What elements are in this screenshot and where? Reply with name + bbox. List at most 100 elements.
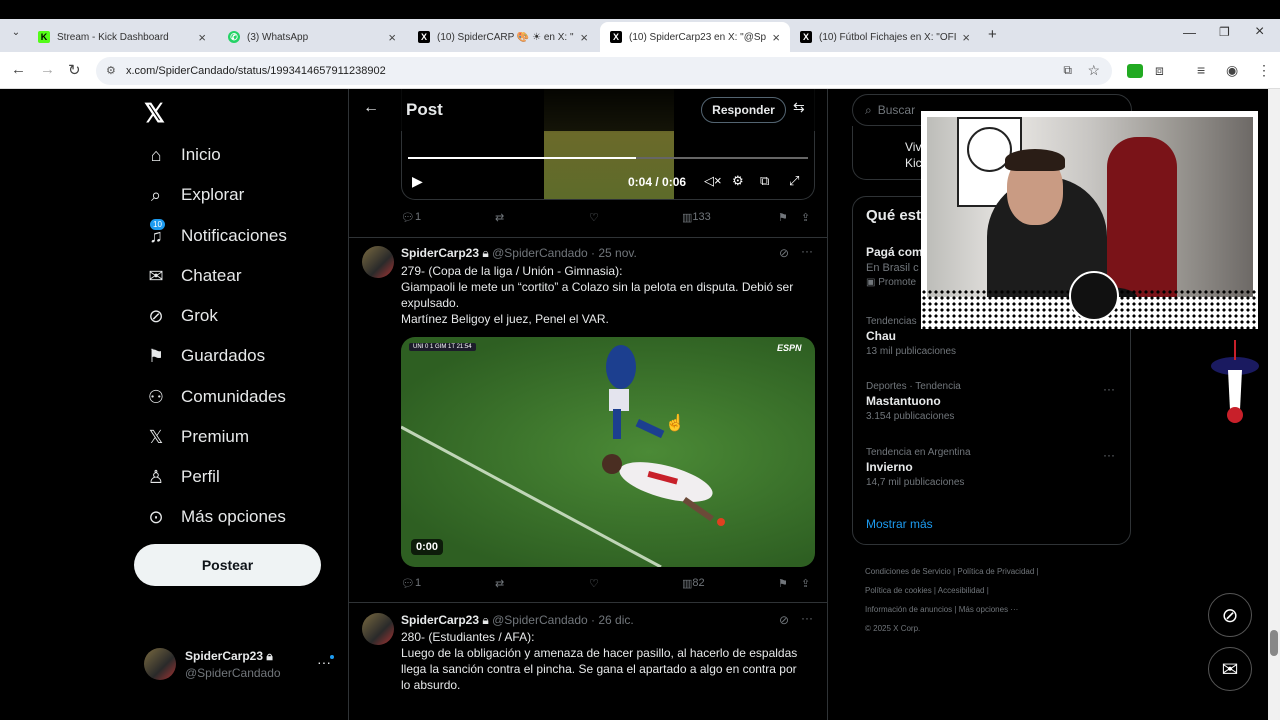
bookmark-icon[interactable]: ⚑ (778, 577, 788, 590)
tab-spidercarp23-active[interactable]: X (10) SpiderCarp23 en X: "@Spid × (600, 22, 790, 52)
more-circle-icon: ⊙ (148, 506, 164, 527)
tweet-280[interactable]: SpiderCarp23 🔒︎ @SpiderCandado · 26 dic.… (349, 603, 827, 720)
retweet-icon[interactable]: ⇄ (495, 211, 504, 224)
forward-button[interactable]: → (40, 61, 55, 78)
nav-profile[interactable]: ♙ Perfil (145, 466, 220, 488)
star-icon[interactable]: ☆ (1087, 62, 1100, 79)
tweet-author-name[interactable]: SpiderCarp23 (401, 246, 479, 260)
cast-icon[interactable]: ⧉ (1063, 63, 1072, 78)
tab-search-dropdown[interactable]: ⌄ (8, 27, 24, 43)
close-icon[interactable]: × (198, 30, 206, 45)
play-icon[interactable]: ▶ (412, 173, 423, 190)
nav-bookmarks[interactable]: ⚑ Guardados (145, 345, 265, 367)
close-window-button[interactable]: × (1255, 23, 1264, 41)
more-icon[interactable]: ··· (801, 244, 813, 258)
more-icon[interactable]: ··· (1103, 382, 1115, 396)
tweet-video[interactable]: UNI 0 1 GIM 1T 21:54 ESPN 0:00 ☝ (401, 337, 815, 567)
tab-whatsapp[interactable]: ✆ (3) WhatsApp × (218, 22, 406, 52)
nav-communities[interactable]: ⚇ Comunidades (145, 386, 286, 408)
close-icon[interactable]: × (388, 30, 396, 45)
account-switcher[interactable]: SpiderCarp23 🔒︎ @SpiderCandado ··· (144, 648, 344, 682)
like-icon[interactable]: ♡ (589, 577, 599, 590)
show-more-link[interactable]: Mostrar más (866, 517, 933, 531)
pip-icon[interactable]: ⧉ (760, 173, 769, 189)
scrollbar[interactable] (1268, 89, 1280, 720)
new-tab-button[interactable]: + (988, 26, 997, 43)
extensions-icon[interactable]: ⧈ (1155, 62, 1164, 79)
reply-button[interactable]: Responder (701, 97, 786, 123)
minimize-button[interactable]: — (1183, 25, 1196, 40)
settings-icon[interactable]: ⚙ (732, 173, 744, 189)
avatar[interactable] (362, 613, 394, 645)
x-logo-icon[interactable]: 𝕏 (144, 98, 165, 129)
tweet-date[interactable]: · 25 nov. (591, 246, 637, 260)
tab-futbol-fichajes[interactable]: X (10) Fútbol Fichajes en X: "OFIC × (790, 22, 980, 52)
views-icon[interactable]: ▥ 133 (682, 211, 711, 224)
avatar (144, 648, 176, 680)
retweet-icon[interactable]: ⇄ (495, 577, 504, 590)
nav-explore[interactable]: ⌕ Explorar (145, 184, 244, 206)
post-button[interactable]: Postear (134, 544, 321, 586)
nav-more[interactable]: ⊙ Más opciones (145, 506, 285, 528)
post-header: ← Post Responder ⇆ (349, 89, 827, 131)
reply-icon[interactable]: 💬︎ 1 (401, 577, 421, 590)
bookmark-icon[interactable]: ⚑ (778, 211, 788, 224)
nav-notifications[interactable]: ♫ 10 Notificaciones (145, 219, 287, 247)
menu-icon[interactable]: ⋮ (1257, 62, 1271, 79)
tweet-279[interactable]: SpiderCarp23 🔒︎ @SpiderCandado · 25 nov.… (349, 238, 827, 600)
nav-home[interactable]: ⌂ Inicio (145, 144, 221, 166)
tweet-date[interactable]: · 26 dic. (591, 613, 634, 627)
site-info-icon[interactable]: ⚙ (106, 64, 116, 77)
tweet-author-name[interactable]: SpiderCarp23 (401, 613, 479, 627)
lock-icon: 🔒︎ (482, 246, 489, 260)
fullscreen-icon[interactable]: ⤢ (789, 173, 799, 189)
back-button[interactable]: ← (11, 61, 26, 78)
tab-kick[interactable]: K Stream - Kick Dashboard × (28, 22, 216, 52)
grok-float-button[interactable]: ⊘ (1208, 593, 1252, 637)
address-bar[interactable]: ⚙ x.com/SpiderCandado/status/19934146579… (96, 57, 1112, 85)
x-icon: 𝕏 (148, 426, 164, 447)
trends-title: Qué est (866, 207, 922, 224)
unread-dot-icon (330, 655, 334, 659)
trend-item[interactable]: Deportes · Tendencia Mastantuono 3.154 p… (866, 381, 1116, 422)
search-icon: ⌕ (865, 102, 872, 117)
grok-icon[interactable]: ⊘ (779, 613, 789, 627)
like-icon[interactable]: ♡ (589, 211, 599, 224)
filter-icon[interactable]: ⇆ (793, 99, 805, 116)
x-logo-icon: X (800, 31, 812, 43)
reload-button[interactable]: ↻ (68, 61, 81, 79)
reply-icon[interactable]: 💬︎ 1 (401, 211, 421, 224)
close-icon[interactable]: × (962, 30, 970, 45)
grok-icon[interactable]: ⊘ (779, 246, 789, 260)
views-icon[interactable]: ▥ 82 (682, 577, 705, 590)
video-progress-track[interactable] (408, 157, 808, 159)
post-column: ▶ 0:04 / 0:06 ◁× ⚙ ⧉ ⤢ ← Post Responder … (348, 89, 828, 720)
nav-premium[interactable]: 𝕏 Premium (145, 426, 249, 448)
more-icon[interactable]: ··· (801, 611, 813, 625)
lock-icon: 🔒︎ (482, 613, 489, 627)
back-arrow-icon[interactable]: ← (363, 99, 379, 117)
more-icon[interactable]: ··· (317, 654, 331, 670)
media-icon[interactable]: ≡ (1197, 62, 1205, 78)
share-icon[interactable]: ⇪ (801, 211, 810, 224)
share-icon[interactable]: ⇪ (801, 577, 810, 590)
messages-float-button[interactable]: ✉ (1208, 647, 1252, 691)
avatar[interactable] (362, 246, 394, 278)
trend-item[interactable]: Tendencia en Argentina Invierno 14,7 mil… (866, 447, 1116, 488)
mute-icon[interactable]: ◁× (704, 173, 722, 189)
maximize-button[interactable]: ❐ (1219, 25, 1230, 39)
whatsapp-icon: ✆ (228, 31, 240, 43)
nav-grok[interactable]: ⊘ Grok (145, 305, 217, 327)
search-icon: ⌕ (150, 184, 162, 205)
profile-icon[interactable]: ◉ (1226, 62, 1238, 79)
nav-chat[interactable]: ✉ Chatear (145, 265, 241, 287)
extension-rec-icon[interactable] (1127, 64, 1143, 78)
scrollbar-thumb[interactable] (1270, 630, 1278, 656)
close-icon[interactable]: × (772, 30, 780, 45)
video-progress-fill (408, 157, 636, 159)
tab-spidercarp[interactable]: X (10) SpiderCARP 🎨 ☀ en X: "L × (408, 22, 598, 52)
tweet-handle[interactable]: @SpiderCandado (492, 246, 588, 260)
tweet-handle[interactable]: @SpiderCandado (492, 613, 588, 627)
more-icon[interactable]: ··· (1103, 448, 1115, 462)
close-icon[interactable]: × (580, 30, 588, 45)
